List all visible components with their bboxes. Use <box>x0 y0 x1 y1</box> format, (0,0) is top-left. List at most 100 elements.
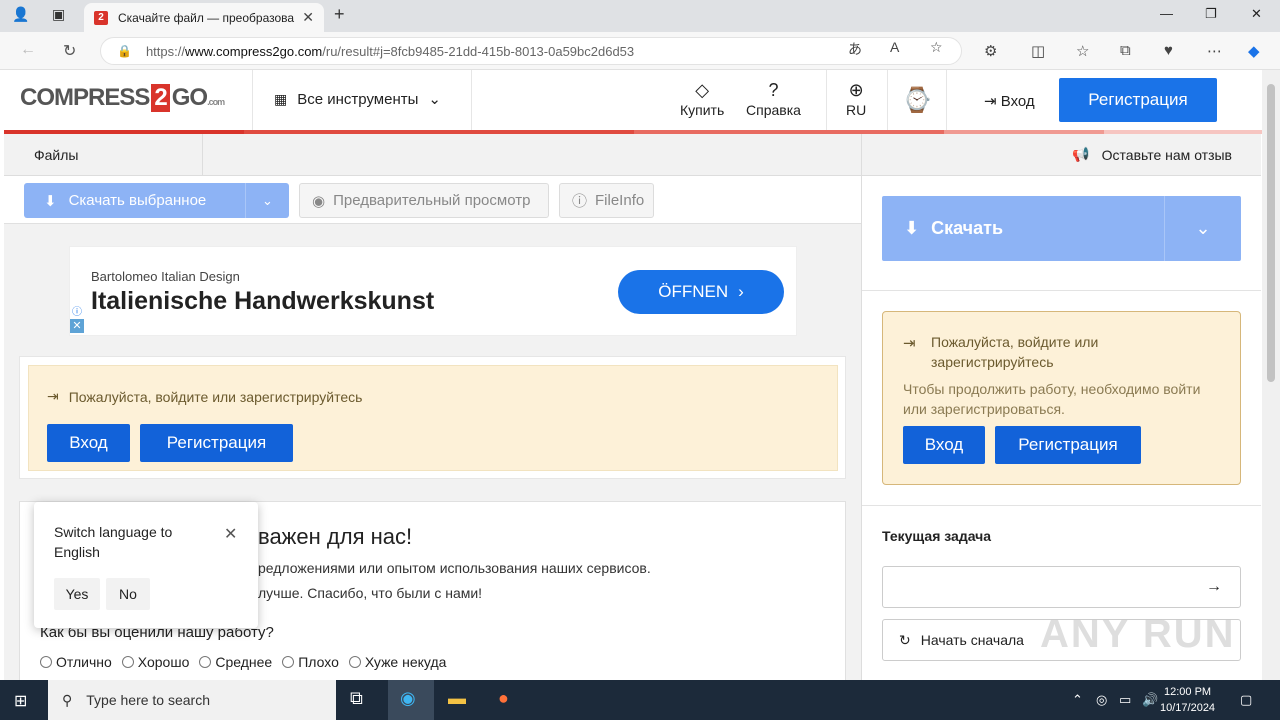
split-screen-icon[interactable]: ◫ <box>1031 42 1045 60</box>
radio-icon[interactable] <box>121 656 134 668</box>
notifications-icon[interactable]: ▢ <box>1240 692 1252 708</box>
ad-info-icon[interactable]: ⓘ <box>70 303 84 318</box>
rating-option[interactable]: Хорошо <box>121 654 189 670</box>
clock-date: 10/17/2024 <box>1160 702 1216 714</box>
current-task-title: Текущая задача <box>882 528 992 544</box>
extensions-icon[interactable]: ⚙ <box>984 42 997 60</box>
feedback-title: важен для нас! <box>258 524 413 549</box>
ad-open-button[interactable]: ÖFFNEN › <box>618 270 784 314</box>
taskbar-search-placeholder: Type here to search <box>86 692 211 708</box>
download-selected-button[interactable]: ⬇ Скачать выбранное ⌄ <box>24 183 289 218</box>
file-toolbar: ⬇ Скачать выбранное ⌄ ◉ Предварительный … <box>4 176 861 224</box>
eye-icon: ◉ <box>312 192 326 210</box>
radio-icon[interactable] <box>348 656 361 668</box>
new-tab-icon[interactable]: + <box>334 4 345 25</box>
profile-icon[interactable]: 👤 <box>12 6 29 23</box>
popup-message: Switch language to English <box>54 524 173 560</box>
performance-icon[interactable]: ♥ <box>1164 42 1173 59</box>
login-label: Вход <box>1000 93 1035 110</box>
rating-option-label: Хуже некуда <box>364 654 447 670</box>
notice-message: ⇥ Пожалуйста, войдите или зарегистрируйт… <box>47 388 362 405</box>
meet-now-icon[interactable]: ◎ <box>1096 692 1107 708</box>
feedback-line-1: редложениями или опытом использования на… <box>258 560 651 576</box>
login-arrow-icon: ⇥ <box>903 335 916 352</box>
notice-login-button[interactable]: Вход <box>47 424 130 462</box>
site-logo[interactable]: COMPRESS 2 GO.com <box>20 84 225 112</box>
back-icon[interactable]: ← <box>20 41 36 59</box>
radio-icon[interactable] <box>282 656 295 668</box>
divider <box>252 70 253 132</box>
favorites-icon[interactable]: ☆ <box>1076 42 1089 60</box>
popup-no-button[interactable]: No <box>106 578 150 610</box>
volume-icon[interactable]: 🔊 <box>1142 692 1158 708</box>
history-icon[interactable]: ⌚ <box>902 86 932 115</box>
popup-yes-button[interactable]: Yes <box>54 578 100 610</box>
register-button[interactable]: Регистрация <box>995 426 1141 464</box>
leave-feedback-link[interactable]: 📢 Оставьте нам отзыв <box>862 134 1261 176</box>
copilot-icon[interactable]: ◆ <box>1248 42 1260 60</box>
rating-option[interactable]: Хуже некуда <box>348 654 447 670</box>
firefox-icon[interactable]: ● <box>498 688 509 709</box>
minimize-icon[interactable]: — <box>1160 6 1173 21</box>
tag-icon: ◇ <box>695 80 710 100</box>
rating-option[interactable]: Отлично <box>40 654 112 670</box>
url-field[interactable]: 🔒 https://www.compress2go.com/ru/result#… <box>100 37 962 65</box>
maximize-icon[interactable]: ❐ <box>1205 6 1217 22</box>
right-pane: 📢 Оставьте нам отзыв ⬇ Скачать ⌄ ⇥ Пожал… <box>861 134 1261 680</box>
login-link[interactable]: ⇥ Вход <box>984 92 1035 110</box>
all-tools-label: Все инструменты <box>297 90 419 108</box>
network-icon[interactable]: ▭ <box>1119 692 1131 708</box>
fileinfo-button[interactable]: ⓘ FileInfo <box>559 183 654 218</box>
advertisement-banner[interactable]: Bartolomeo Italian Design Italienische H… <box>69 246 797 336</box>
windows-start-icon[interactable]: ⊞ <box>14 691 27 711</box>
chevron-down-icon[interactable]: ⌄ <box>1164 196 1241 261</box>
chevron-down-icon[interactable]: ⌄ <box>245 183 289 218</box>
language-switch-popup: Switch language to English ✕ Yes No <box>34 502 258 628</box>
radio-icon[interactable] <box>199 656 212 668</box>
register-button[interactable]: Регистрация <box>1059 78 1217 122</box>
read-aloud-icon[interactable]: A <box>890 39 899 55</box>
logo-text-left: COMPRESS <box>20 84 150 111</box>
buy-link[interactable]: ◇ Купить <box>680 80 724 118</box>
rating-option-label: Среднее <box>215 654 273 670</box>
login-button[interactable]: Вход <box>903 426 985 464</box>
chevron-down-icon: ⌄ <box>428 91 441 108</box>
task-view-icon[interactable]: ⧉ <box>350 688 363 709</box>
language-selector[interactable]: ⊕ RU <box>846 80 866 118</box>
close-icon[interactable]: ✕ <box>302 9 314 26</box>
translate-icon[interactable]: あ <box>848 39 862 59</box>
notice-register-button[interactable]: Регистрация <box>140 424 293 462</box>
taskbar-clock[interactable]: 12:00 PM 10/17/2024 <box>1160 684 1215 716</box>
download-label: Скачать <box>931 218 1004 238</box>
taskbar-search[interactable]: ⚲ Type here to search <box>48 680 336 720</box>
window-close-icon[interactable]: ✕ <box>1251 6 1262 22</box>
ad-close-icon[interactable]: ✕ <box>70 319 84 333</box>
page-scrollbar[interactable] <box>1262 70 1280 680</box>
arrow-right-icon[interactable]: → <box>1206 578 1222 596</box>
address-bar-row: ← ↻ 🔒 https://www.compress2go.com/ru/res… <box>0 32 1280 70</box>
tray-chevron-icon[interactable]: ⌃ <box>1072 692 1083 708</box>
rating-option[interactable]: Плохо <box>282 654 339 670</box>
all-tools-menu[interactable]: ▦ Все инструменты ⌄ <box>274 90 441 109</box>
download-button[interactable]: ⬇ Скачать ⌄ <box>882 196 1241 261</box>
scrollbar-thumb[interactable] <box>1267 84 1275 382</box>
url-path: /ru/result#j=8fcb9485-21dd-415b-8013-0a5… <box>322 43 635 59</box>
help-link[interactable]: ? Справка <box>746 80 801 118</box>
browser-tab[interactable]: 2 Скачайте файл — преобразова ✕ <box>84 3 324 32</box>
rating-option[interactable]: Среднее <box>199 654 272 670</box>
refresh-icon[interactable]: ↻ <box>63 41 76 61</box>
favicon-icon: 2 <box>94 10 108 25</box>
tab-actions-icon[interactable]: ▣ <box>52 6 65 23</box>
collections-icon[interactable]: ⧉ <box>1120 42 1131 59</box>
notice-title: Пожалуйста, войдите или зарегистрируйтес… <box>931 334 1099 370</box>
more-icon[interactable]: ⋯ <box>1207 42 1222 60</box>
favorite-star-icon[interactable]: ☆ <box>930 39 943 56</box>
current-task-field[interactable]: → <box>882 566 1241 608</box>
file-explorer-icon[interactable]: ▬ <box>448 688 466 709</box>
radio-icon[interactable] <box>40 656 52 668</box>
preview-button[interactable]: ◉ Предварительный просмотр <box>299 183 549 218</box>
close-icon[interactable]: ✕ <box>224 524 237 544</box>
divider <box>887 70 888 132</box>
edge-icon[interactable]: ◉ <box>400 688 416 709</box>
tab-files[interactable]: Файлы <box>34 147 78 163</box>
